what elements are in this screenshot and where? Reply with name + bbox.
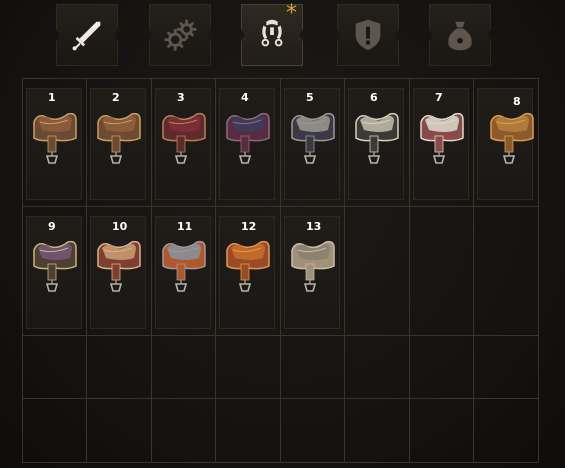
- inventory-slot-4[interactable]: 4: [215, 78, 280, 206]
- inventory-slot-empty[interactable]: [344, 206, 409, 335]
- inventory-slot-11[interactable]: 11: [151, 206, 215, 335]
- inventory-slot-10[interactable]: 10: [86, 206, 151, 335]
- inventory-slot-empty[interactable]: [409, 206, 473, 335]
- inventory-slot-12[interactable]: 12: [215, 206, 280, 335]
- gears-icon: [164, 19, 197, 51]
- inventory-slot-empty[interactable]: [86, 335, 151, 398]
- saddle-icon: [291, 112, 335, 164]
- inventory-grid: 1 2 3 4 5 6 7 8 9 10 11 12 13: [22, 78, 539, 463]
- inventory-slot-empty[interactable]: [151, 398, 215, 462]
- category-tab-bar: *: [0, 0, 565, 74]
- saddle-icon: [226, 240, 270, 292]
- inventory-slot-empty[interactable]: [215, 335, 280, 398]
- saddle-icon: [490, 112, 534, 164]
- inventory-slot-7[interactable]: 7: [409, 78, 473, 206]
- exclamation-shield-icon: [355, 19, 381, 51]
- inventory-slot-3[interactable]: 3: [151, 78, 215, 206]
- inventory-slot-empty[interactable]: [409, 398, 473, 462]
- inventory-slot-empty[interactable]: [280, 335, 344, 398]
- slot-number: 8: [513, 95, 521, 108]
- inventory-slot-empty[interactable]: [22, 335, 86, 398]
- saddle-icon: [97, 240, 141, 292]
- inventory-slot-empty[interactable]: [151, 335, 215, 398]
- tab-junk[interactable]: [429, 4, 491, 66]
- inventory-slot-empty[interactable]: [344, 335, 409, 398]
- inventory-slot-empty[interactable]: [22, 398, 86, 462]
- grid-line: [22, 462, 538, 463]
- sack-icon: [448, 21, 472, 51]
- tab-weapons[interactable]: [56, 4, 118, 66]
- inventory-slot-6[interactable]: 6: [344, 78, 409, 206]
- saddle-icon: [162, 240, 206, 292]
- saddle-icon: [162, 112, 206, 164]
- inventory-slot-empty[interactable]: [473, 335, 538, 398]
- inventory-slot-empty[interactable]: [280, 398, 344, 462]
- new-item-star-icon: *: [286, 1, 297, 26]
- inventory-slot-empty[interactable]: [86, 398, 151, 462]
- saddle-icon: [291, 240, 335, 292]
- inventory-slot-8[interactable]: 8: [473, 78, 538, 206]
- inventory-slot-9[interactable]: 9: [22, 206, 86, 335]
- saddle-icon: [33, 112, 77, 164]
- inventory-slot-empty[interactable]: [473, 398, 538, 462]
- saddle-icon: [33, 240, 77, 292]
- tab-crafting[interactable]: [149, 4, 211, 66]
- inventory-slot-2[interactable]: 2: [86, 78, 151, 206]
- sword-icon: [72, 21, 101, 51]
- inventory-slot-1[interactable]: 1: [22, 78, 86, 206]
- saddle-icon: [355, 112, 399, 164]
- inventory-slot-empty[interactable]: [215, 398, 280, 462]
- saddle-icon: [420, 112, 464, 164]
- inventory-slot-empty[interactable]: [344, 398, 409, 462]
- inventory-screen: * 1 2 3 4 5 6 7 8 9 10 11 12 13: [0, 0, 565, 468]
- saddle-icon: [97, 112, 141, 164]
- inventory-slot-5[interactable]: 5: [280, 78, 344, 206]
- inventory-slot-empty[interactable]: [473, 206, 538, 335]
- tab-quest[interactable]: [337, 4, 399, 66]
- saddle-icon: [226, 112, 270, 164]
- inventory-slot-13[interactable]: 13: [280, 206, 344, 335]
- inventory-slot-empty[interactable]: [409, 335, 473, 398]
